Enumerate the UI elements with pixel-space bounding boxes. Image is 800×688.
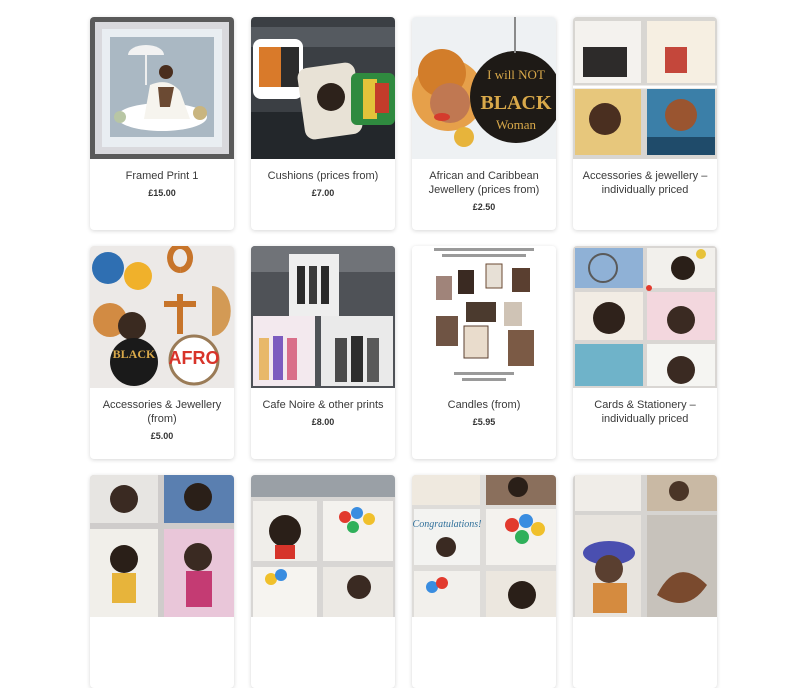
product-image-greeting-cards[interactable] xyxy=(90,475,234,617)
product-card[interactable]: Candles (from) £5.95 xyxy=(412,246,556,459)
product-price: £2.50 xyxy=(472,202,496,212)
product-card[interactable]: Cushions (prices from) £7.00 xyxy=(251,17,395,230)
product-grid: Framed Print 1 £15.00 Cushions (prices f… xyxy=(90,17,717,688)
product-card[interactable]: Cafe Noire & other prints £8.00 xyxy=(251,246,395,459)
product-info: Candles (from) £5.95 xyxy=(412,388,556,427)
product-title[interactable]: Candles (from) xyxy=(418,398,550,412)
product-price: £15.00 xyxy=(148,188,176,198)
product-info: Cafe Noire & other prints £8.00 xyxy=(251,388,395,427)
product-card[interactable]: I will NOT BLACK Woman African and Carib… xyxy=(412,17,556,230)
product-card[interactable] xyxy=(573,475,717,688)
product-image-candles-flyer[interactable] xyxy=(412,246,556,388)
product-title[interactable]: African and Caribbean Jewellery (prices … xyxy=(418,169,550,197)
product-info: Cushions (prices from) £7.00 xyxy=(251,159,395,198)
product-title[interactable]: Cafe Noire & other prints xyxy=(257,398,389,412)
product-image-card-display[interactable] xyxy=(573,17,717,159)
product-image-congratulations-cards[interactable]: Congratulations! xyxy=(412,475,556,617)
product-title[interactable]: Accessories & jewellery – individually p… xyxy=(579,169,711,197)
svg-text:BLACK: BLACK xyxy=(480,92,552,114)
product-info xyxy=(90,617,234,627)
product-image-prints[interactable] xyxy=(251,246,395,388)
svg-text:Woman: Woman xyxy=(496,117,537,132)
svg-text:AFRO: AFRO xyxy=(169,348,220,368)
product-title[interactable]: Accessories & Jewellery (from) xyxy=(96,398,228,426)
product-image-framed-print[interactable] xyxy=(90,17,234,159)
svg-text:I will NOT: I will NOT xyxy=(487,67,545,82)
product-price: £5.00 xyxy=(150,431,174,441)
svg-text:BLACK: BLACK xyxy=(113,347,156,361)
product-info: Accessories & Jewellery (from) £5.00 xyxy=(90,388,234,441)
product-info xyxy=(251,617,395,627)
product-title[interactable]: Cushions (prices from) xyxy=(257,169,389,183)
product-title[interactable]: Cards & Stationery – individually priced xyxy=(579,398,711,426)
product-card[interactable]: Accessories & jewellery – individually p… xyxy=(573,17,717,230)
product-card[interactable]: AFRO BLACK Accessories & Jewellery (from… xyxy=(90,246,234,459)
product-image-jewellery-earrings[interactable]: I will NOT BLACK Woman xyxy=(412,17,556,159)
product-info: Accessories & jewellery – individually p… xyxy=(573,159,717,197)
product-info: African and Caribbean Jewellery (prices … xyxy=(412,159,556,212)
product-image-cushions[interactable] xyxy=(251,17,395,159)
product-card[interactable] xyxy=(251,475,395,688)
product-card[interactable]: Framed Print 1 £15.00 xyxy=(90,17,234,230)
product-price: £8.00 xyxy=(311,417,335,427)
product-title[interactable]: Framed Print 1 xyxy=(96,169,228,183)
product-image-birthday-cards[interactable] xyxy=(573,246,717,388)
product-image-hat-cards[interactable] xyxy=(573,475,717,617)
product-info: Cards & Stationery – individually priced xyxy=(573,388,717,426)
product-info: Framed Print 1 £15.00 xyxy=(90,159,234,198)
product-info xyxy=(573,617,717,627)
product-card[interactable]: Congratulations! xyxy=(412,475,556,688)
product-image-accessories-earrings[interactable]: AFRO BLACK xyxy=(90,246,234,388)
product-price: £5.95 xyxy=(472,417,496,427)
product-card[interactable]: Cards & Stationery – individually priced xyxy=(573,246,717,459)
product-image-birthday-cards-balloons[interactable] xyxy=(251,475,395,617)
svg-text:Congratulations!: Congratulations! xyxy=(413,519,482,530)
product-card[interactable] xyxy=(90,475,234,688)
product-price: £7.00 xyxy=(311,188,335,198)
product-info xyxy=(412,617,556,627)
